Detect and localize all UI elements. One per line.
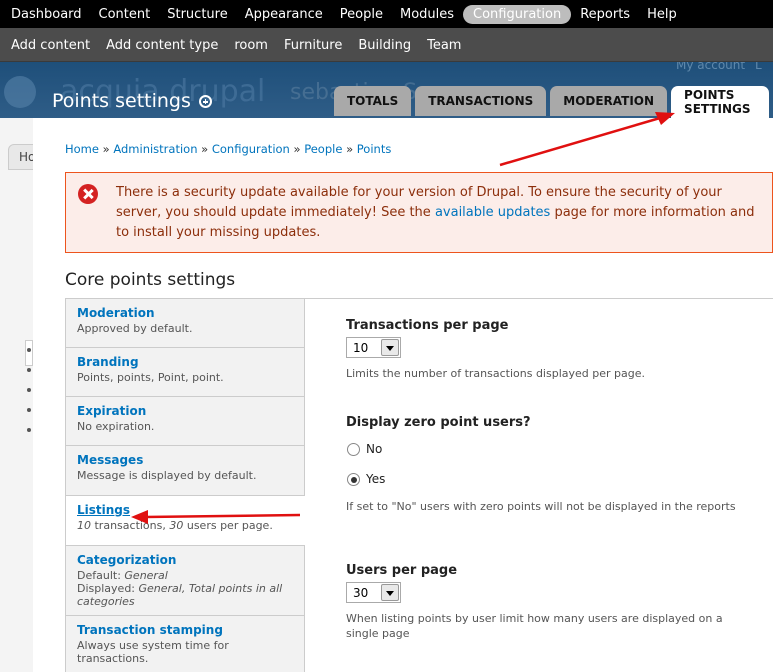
overlay-content: Home » Administration » Configuration » … (33, 118, 773, 672)
summary-text: users per page. (183, 519, 273, 532)
vertical-tab-summary: Message is displayed by default. (77, 469, 257, 482)
toolbar-item-people[interactable]: People (332, 4, 391, 25)
available-updates-link[interactable]: available updates (435, 205, 550, 220)
vertical-tab-title[interactable]: Moderation (77, 306, 293, 320)
vertical-tab-title[interactable]: Expiration (77, 404, 293, 418)
my-account-link[interactable]: My account (676, 62, 745, 72)
shortcut-room[interactable]: room (226, 38, 276, 53)
breadcrumb-home[interactable]: Home (65, 142, 99, 156)
tab-points-settings[interactable]: POINTS SETTINGS (671, 86, 769, 118)
toolbar-item-dashboard[interactable]: Dashboard (3, 4, 90, 25)
summary-users-count: 30 (169, 519, 184, 532)
toolbar-item-appearance[interactable]: Appearance (237, 4, 331, 25)
summary-text: transactions, (91, 519, 170, 532)
breadcrumb-administration[interactable]: Administration (113, 142, 197, 156)
shortcuts-bar: Add content Add content type room Furnit… (0, 28, 773, 62)
vertical-tab-pane-listings: Transactions per page 10 Limits the numb… (305, 298, 773, 672)
error-message-text: There is a security update available for… (116, 183, 766, 243)
primary-tabs: TOTALS TRANSACTIONS MODERATION POINTS SE… (334, 86, 773, 118)
vertical-tab-categorization[interactable]: Categorization Default: General Displaye… (66, 546, 304, 616)
vertical-tab-branding[interactable]: Branding Points, points, Point, point. (66, 348, 304, 397)
error-icon (78, 184, 98, 204)
summary-value: General (124, 569, 168, 582)
section-title: Core points settings (65, 270, 236, 290)
select-value: 10 (353, 340, 369, 355)
display-zero-users-description: If set to "No" users with zero points wi… (346, 500, 736, 513)
display-zero-users-label: Display zero point users? (346, 415, 531, 430)
vertical-tab-title[interactable]: Branding (77, 355, 293, 369)
toolbar-item-structure[interactable]: Structure (159, 4, 235, 25)
select-value: 30 (353, 585, 369, 600)
vertical-tab-summary: Points, points, Point, point. (77, 371, 224, 384)
admin-toolbar: Dashboard Content Structure Appearance P… (0, 0, 773, 28)
breadcrumb-separator: » (201, 142, 209, 156)
users-per-page-label: Users per page (346, 563, 458, 578)
transactions-per-page-label: Transactions per page (346, 318, 509, 333)
summary-line: Default: General (77, 569, 293, 582)
breadcrumb-separator: » (346, 142, 354, 156)
toolbar-item-content[interactable]: Content (91, 4, 159, 25)
summary-text: Displayed: (77, 582, 139, 595)
users-per-page-description: When listing points by user limit how ma… (346, 612, 723, 640)
background-bullet (27, 408, 31, 412)
breadcrumb-separator: » (102, 142, 110, 156)
background-box (25, 340, 33, 366)
users-per-page-select[interactable]: 30 (346, 582, 401, 603)
shortcut-team[interactable]: Team (419, 38, 469, 53)
breadcrumb-separator: » (293, 142, 301, 156)
vertical-tab-title[interactable]: Categorization (77, 553, 293, 567)
toolbar-item-help[interactable]: Help (639, 4, 685, 25)
background-bullet (27, 388, 31, 392)
error-message: There is a security update available for… (65, 172, 773, 253)
logout-link[interactable]: L (755, 62, 762, 72)
toolbar-item-reports[interactable]: Reports (572, 4, 638, 25)
vertical-tab-summary: Always use system time for transactions. (77, 639, 229, 665)
summary-line: Displayed: General, Total points in all … (77, 582, 293, 608)
vertical-tab-title[interactable]: Transaction stamping (77, 623, 293, 637)
vertical-tab-messages[interactable]: Messages Message is displayed by default… (66, 446, 304, 496)
breadcrumb: Home » Administration » Configuration » … (65, 142, 391, 156)
toolbar-item-configuration[interactable]: Configuration (463, 4, 572, 24)
summary-text: Default: (77, 569, 125, 582)
radio-yes-label[interactable]: Yes (366, 472, 385, 486)
vertical-tab-summary: No expiration. (77, 420, 155, 433)
background-bullet (27, 368, 31, 372)
background-page (0, 118, 33, 672)
vertical-tab-summary: Approved by default. (77, 322, 193, 335)
tab-transactions[interactable]: TRANSACTIONS (415, 86, 547, 116)
page-title-text: Points settings (52, 90, 191, 112)
vertical-tab-expiration[interactable]: Expiration No expiration. (66, 397, 304, 446)
breadcrumb-points[interactable]: Points (357, 142, 392, 156)
vertical-tab-listings[interactable]: Listings 10 transactions, 30 users per p… (66, 496, 307, 546)
vertical-tabs-list: Moderation Approved by default. Branding… (65, 298, 307, 672)
vertical-tab-summary: Default: General Displayed: General, Tot… (77, 569, 293, 608)
tab-moderation[interactable]: MODERATION (550, 86, 668, 116)
vertical-tab-title[interactable]: Listings (77, 503, 296, 517)
tab-totals[interactable]: TOTALS (334, 86, 412, 116)
add-shortcut-icon[interactable] (198, 94, 212, 108)
breadcrumb-people[interactable]: People (304, 142, 342, 156)
shortcut-add-content-type[interactable]: Add content type (98, 38, 226, 53)
background-bullet (27, 428, 31, 432)
dropdown-arrow-icon[interactable] (381, 339, 399, 356)
vertical-tab-summary: 10 transactions, 30 users per page. (77, 519, 296, 532)
breadcrumb-configuration[interactable]: Configuration (212, 142, 290, 156)
summary-transactions-count: 10 (77, 519, 91, 532)
vertical-tab-title[interactable]: Messages (77, 453, 293, 467)
transactions-per-page-select[interactable]: 10 (346, 337, 401, 358)
shortcut-furniture[interactable]: Furniture (276, 38, 350, 53)
radio-yes[interactable] (347, 473, 360, 486)
toolbar-item-modules[interactable]: Modules (392, 4, 462, 25)
radio-no-label[interactable]: No (366, 442, 382, 456)
transactions-per-page-description: Limits the number of transactions displa… (346, 367, 645, 380)
background-bullet (27, 348, 31, 352)
vertical-tab-moderation[interactable]: Moderation Approved by default. (66, 299, 304, 348)
page-title: Points settings (52, 90, 212, 112)
shortcut-add-content[interactable]: Add content (3, 38, 98, 53)
drop-logo-icon (4, 76, 36, 108)
radio-no[interactable] (347, 443, 360, 456)
vertical-tab-transaction-stamping[interactable]: Transaction stamping Always use system t… (66, 616, 304, 672)
dropdown-arrow-icon[interactable] (381, 584, 399, 601)
shortcut-building[interactable]: Building (350, 38, 419, 53)
